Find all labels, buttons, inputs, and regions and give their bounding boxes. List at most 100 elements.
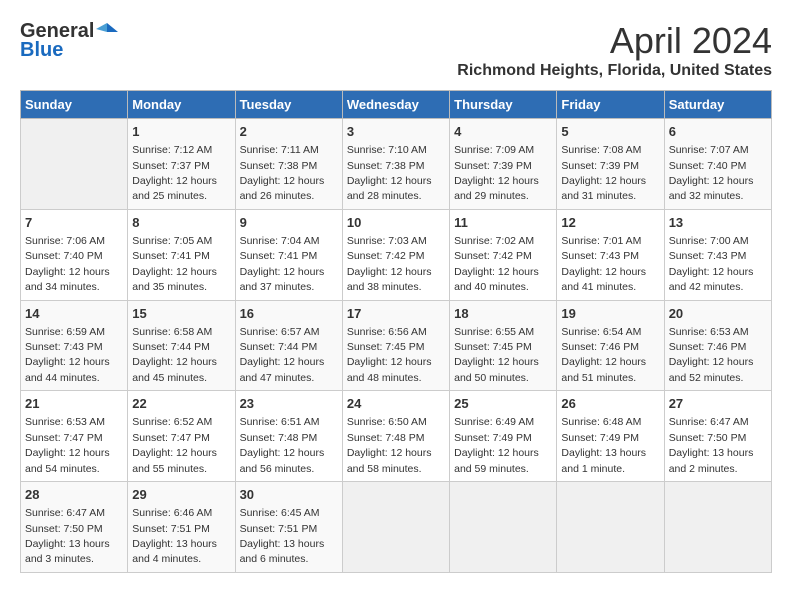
day-info: Sunrise: 7:11 AM Sunset: 7:38 PM Dayligh… [240, 144, 325, 202]
calendar-cell: 23Sunrise: 6:51 AM Sunset: 7:48 PM Dayli… [235, 391, 342, 482]
day-number: 20 [669, 305, 767, 323]
day-number: 21 [25, 395, 123, 413]
calendar-cell: 14 Sunrise: 6:59 AM Sunset: 7:43 PM Dayli… [21, 300, 128, 391]
calendar-cell [664, 482, 771, 573]
weekday-header-thursday: Thursday [450, 91, 557, 119]
day-info: Sunrise: 6:55 AM Sunset: 7:45 PM Dayligh… [454, 326, 539, 384]
calendar-cell: 3 Sunrise: 7:10 AM Sunset: 7:38 PM Daylig… [342, 119, 449, 210]
day-info: Sunrise: 7:04 AM Sunset: 7:41 PM Dayligh… [240, 235, 325, 293]
day-number: 28 [25, 486, 123, 504]
day-number: 3 [347, 123, 445, 141]
day-number: 24 [347, 395, 445, 413]
day-info: Sunrise: 7:06 AM Sunset: 7:40 PM Dayligh… [25, 235, 110, 293]
calendar-cell [557, 482, 664, 573]
weekday-header-wednesday: Wednesday [342, 91, 449, 119]
day-info: Sunrise: 6:57 AM Sunset: 7:44 PM Dayligh… [240, 326, 325, 384]
day-info: Sunrise: 7:03 AM Sunset: 7:42 PM Dayligh… [347, 235, 432, 293]
weekday-header-tuesday: Tuesday [235, 91, 342, 119]
day-number: 8 [132, 214, 230, 232]
calendar-cell: 8 Sunrise: 7:05 AM Sunset: 7:41 PM Daylig… [128, 209, 235, 300]
week-row-2: 7Sunrise: 7:06 AM Sunset: 7:40 PM Daylig… [21, 209, 772, 300]
calendar-cell: 30 Sunrise: 6:45 AM Sunset: 7:51 PM Dayli… [235, 482, 342, 573]
day-number: 2 [240, 123, 338, 141]
day-info: Sunrise: 6:54 AM Sunset: 7:46 PM Dayligh… [561, 326, 646, 384]
calendar-cell: 9Sunrise: 7:04 AM Sunset: 7:41 PM Daylig… [235, 209, 342, 300]
calendar-cell: 6 Sunrise: 7:07 AM Sunset: 7:40 PM Daylig… [664, 119, 771, 210]
day-number: 18 [454, 305, 552, 323]
calendar-cell: 21Sunrise: 6:53 AM Sunset: 7:47 PM Dayli… [21, 391, 128, 482]
day-number: 23 [240, 395, 338, 413]
calendar-cell: 27Sunrise: 6:47 AM Sunset: 7:50 PM Dayli… [664, 391, 771, 482]
day-info: Sunrise: 6:49 AM Sunset: 7:49 PM Dayligh… [454, 416, 539, 474]
logo: General Blue [20, 20, 118, 62]
day-number: 13 [669, 214, 767, 232]
logo-blue: Blue [20, 39, 63, 62]
day-info: Sunrise: 6:50 AM Sunset: 7:48 PM Dayligh… [347, 416, 432, 474]
day-number: 25 [454, 395, 552, 413]
day-info: Sunrise: 7:01 AM Sunset: 7:43 PM Dayligh… [561, 235, 646, 293]
day-number: 19 [561, 305, 659, 323]
logo-bird-icon [96, 21, 118, 43]
day-number: 29 [132, 486, 230, 504]
day-info: Sunrise: 6:46 AM Sunset: 7:51 PM Dayligh… [132, 507, 217, 565]
calendar-cell: 29 Sunrise: 6:46 AM Sunset: 7:51 PM Dayli… [128, 482, 235, 573]
week-row-1: 1 Sunrise: 7:12 AM Sunset: 7:37 PM Daylig… [21, 119, 772, 210]
day-number: 1 [132, 123, 230, 141]
day-info: Sunrise: 7:05 AM Sunset: 7:41 PM Dayligh… [132, 235, 217, 293]
day-number: 4 [454, 123, 552, 141]
week-row-5: 28 Sunrise: 6:47 AM Sunset: 7:50 PM Dayli… [21, 482, 772, 573]
calendar-cell: 19 Sunrise: 6:54 AM Sunset: 7:46 PM Dayli… [557, 300, 664, 391]
calendar-cell: 13 Sunrise: 7:00 AM Sunset: 7:43 PM Dayli… [664, 209, 771, 300]
day-info: Sunrise: 7:08 AM Sunset: 7:39 PM Dayligh… [561, 144, 646, 202]
calendar-cell [450, 482, 557, 573]
weekday-header-monday: Monday [128, 91, 235, 119]
calendar-cell: 17Sunrise: 6:56 AM Sunset: 7:45 PM Dayli… [342, 300, 449, 391]
calendar-cell: 4 Sunrise: 7:09 AM Sunset: 7:39 PM Daylig… [450, 119, 557, 210]
day-info: Sunrise: 6:47 AM Sunset: 7:50 PM Dayligh… [669, 416, 754, 474]
calendar-cell: 10Sunrise: 7:03 AM Sunset: 7:42 PM Dayli… [342, 209, 449, 300]
calendar-cell: 15Sunrise: 6:58 AM Sunset: 7:44 PM Dayli… [128, 300, 235, 391]
day-number: 5 [561, 123, 659, 141]
week-row-4: 21Sunrise: 6:53 AM Sunset: 7:47 PM Dayli… [21, 391, 772, 482]
calendar-cell: 2 Sunrise: 7:11 AM Sunset: 7:38 PM Daylig… [235, 119, 342, 210]
day-number: 6 [669, 123, 767, 141]
day-info: Sunrise: 6:48 AM Sunset: 7:49 PM Dayligh… [561, 416, 646, 474]
day-info: Sunrise: 7:09 AM Sunset: 7:39 PM Dayligh… [454, 144, 539, 202]
calendar-cell: 7Sunrise: 7:06 AM Sunset: 7:40 PM Daylig… [21, 209, 128, 300]
title-area: April 2024 Richmond Heights, Florida, Un… [457, 20, 772, 80]
calendar-cell: 28 Sunrise: 6:47 AM Sunset: 7:50 PM Dayli… [21, 482, 128, 573]
calendar-cell: 11Sunrise: 7:02 AM Sunset: 7:42 PM Dayli… [450, 209, 557, 300]
subtitle: Richmond Heights, Florida, United States [457, 62, 772, 80]
weekday-header-friday: Friday [557, 91, 664, 119]
calendar-cell: 26 Sunrise: 6:48 AM Sunset: 7:49 PM Dayli… [557, 391, 664, 482]
day-info: Sunrise: 7:10 AM Sunset: 7:38 PM Dayligh… [347, 144, 432, 202]
day-info: Sunrise: 6:59 AM Sunset: 7:43 PM Dayligh… [25, 326, 110, 384]
weekday-header-row: SundayMondayTuesdayWednesdayThursdayFrid… [21, 91, 772, 119]
day-number: 12 [561, 214, 659, 232]
day-info: Sunrise: 6:47 AM Sunset: 7:50 PM Dayligh… [25, 507, 110, 565]
day-number: 16 [240, 305, 338, 323]
day-info: Sunrise: 7:07 AM Sunset: 7:40 PM Dayligh… [669, 144, 754, 202]
weekday-header-sunday: Sunday [21, 91, 128, 119]
day-number: 30 [240, 486, 338, 504]
day-number: 17 [347, 305, 445, 323]
header: General Blue April 2024 Richmond Heights… [20, 20, 772, 80]
day-number: 26 [561, 395, 659, 413]
calendar-cell: 20Sunrise: 6:53 AM Sunset: 7:46 PM Dayli… [664, 300, 771, 391]
calendar-cell: 22 Sunrise: 6:52 AM Sunset: 7:47 PM Dayli… [128, 391, 235, 482]
main-title: April 2024 [457, 20, 772, 62]
day-number: 15 [132, 305, 230, 323]
calendar-cell: 16 Sunrise: 6:57 AM Sunset: 7:44 PM Dayli… [235, 300, 342, 391]
weekday-header-saturday: Saturday [664, 91, 771, 119]
day-info: Sunrise: 6:52 AM Sunset: 7:47 PM Dayligh… [132, 416, 217, 474]
day-number: 14 [25, 305, 123, 323]
day-info: Sunrise: 6:45 AM Sunset: 7:51 PM Dayligh… [240, 507, 325, 565]
calendar-table: SundayMondayTuesdayWednesdayThursdayFrid… [20, 90, 772, 573]
day-info: Sunrise: 7:00 AM Sunset: 7:43 PM Dayligh… [669, 235, 754, 293]
calendar-cell: 5 Sunrise: 7:08 AM Sunset: 7:39 PM Daylig… [557, 119, 664, 210]
day-info: Sunrise: 7:12 AM Sunset: 7:37 PM Dayligh… [132, 144, 217, 202]
calendar-cell: 24 Sunrise: 6:50 AM Sunset: 7:48 PM Dayli… [342, 391, 449, 482]
calendar-cell: 1 Sunrise: 7:12 AM Sunset: 7:37 PM Daylig… [128, 119, 235, 210]
day-info: Sunrise: 7:02 AM Sunset: 7:42 PM Dayligh… [454, 235, 539, 293]
day-number: 22 [132, 395, 230, 413]
